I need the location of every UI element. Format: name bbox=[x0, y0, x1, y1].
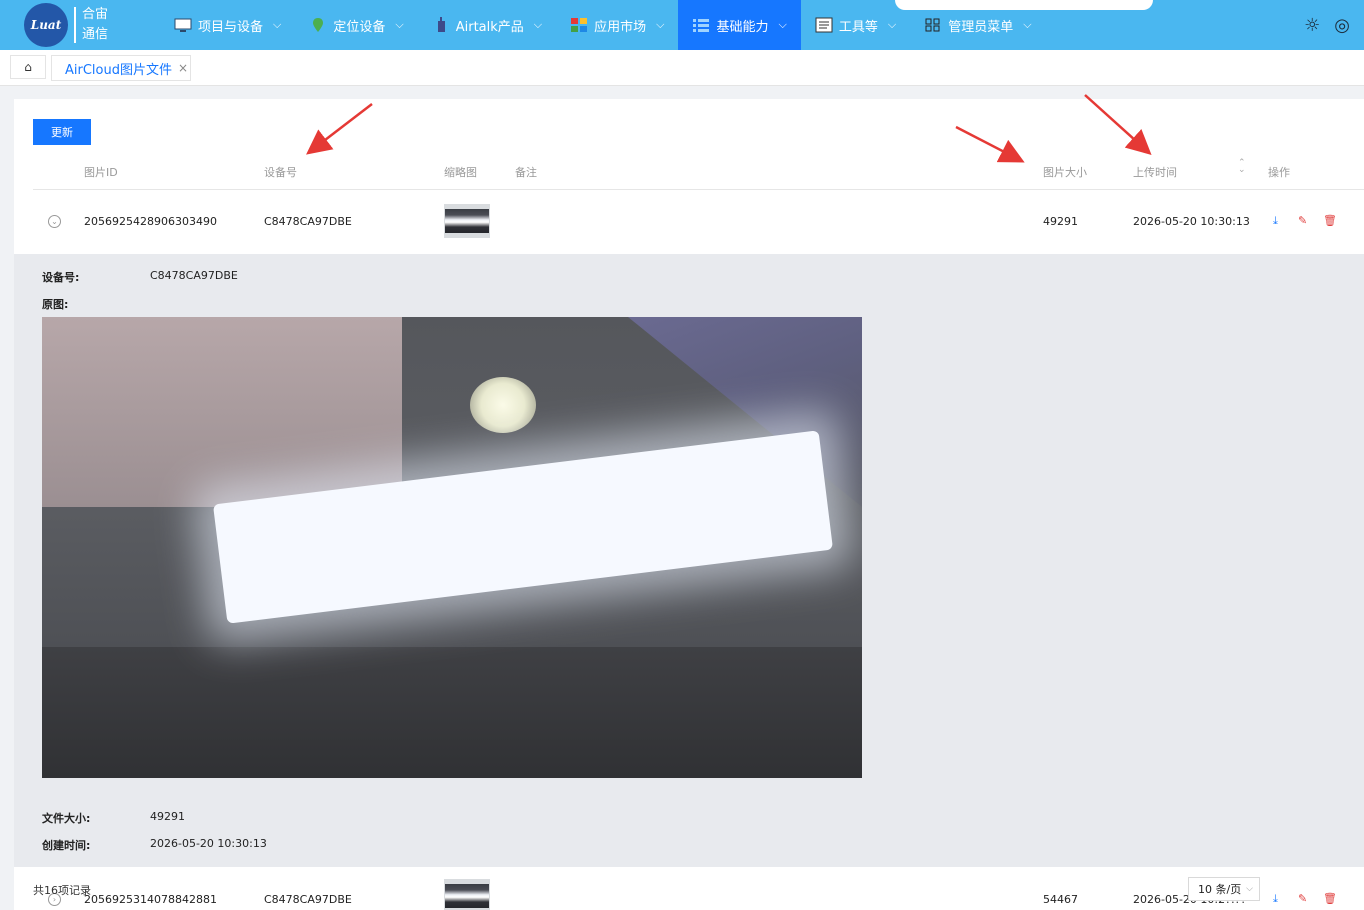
chevron-down-icon: ⌵ bbox=[887, 18, 897, 31]
home-tab[interactable]: ⌂ bbox=[10, 55, 46, 79]
top-nav: Luat 合宙 通信 项目与设备 ⌵ 定位设备 ⌵ Airtalk产品 ⌵ 应用市场 ⌵… bbox=[0, 0, 1364, 50]
download-icon[interactable]: ⤓ bbox=[1273, 892, 1278, 906]
logo-line1: 合宙 bbox=[82, 7, 109, 22]
nav-label: 应用市场 bbox=[594, 19, 647, 35]
sun-icon[interactable]: ☼ bbox=[1304, 15, 1320, 36]
nav-item-tools[interactable]: 工具等 ⌵ bbox=[801, 0, 910, 50]
original-image[interactable] bbox=[42, 317, 862, 778]
download-icon[interactable]: ⤓ bbox=[1273, 214, 1278, 228]
chevron-down-icon: ⌵ bbox=[1023, 18, 1032, 31]
table-header: 图片ID 设备号 缩略图 备注 图片大小 上传时间 ⌃ ⌄ 操作 bbox=[33, 155, 1364, 190]
app-grid-icon bbox=[570, 17, 588, 33]
nav-label: 基础能力 bbox=[716, 19, 769, 35]
delete-icon[interactable]: 🗑 bbox=[1323, 214, 1337, 227]
chevron-down-icon: ⌵ bbox=[395, 18, 404, 31]
page-size-select[interactable]: 10 条/页 ⌵ bbox=[1188, 877, 1260, 901]
document-icon bbox=[815, 17, 833, 33]
detail-created-value: 2026-05-20 10:30:13 bbox=[150, 837, 267, 850]
detail-original-label: 原图: bbox=[42, 298, 69, 311]
logo[interactable]: Luat 合宙 通信 bbox=[0, 0, 160, 50]
page-size-value: 10 条/页 bbox=[1198, 883, 1242, 896]
chevron-down-icon: ⌵ bbox=[273, 18, 282, 31]
header-remark: 备注 bbox=[515, 166, 537, 179]
table-row: ⌄ 2056925428906303490 C8478CA97DBE 49291… bbox=[33, 190, 1364, 254]
cell-upload-time: 2026-05-20 10:30:13 bbox=[1133, 215, 1250, 228]
close-icon[interactable]: × bbox=[178, 61, 188, 75]
header-device: 设备号 bbox=[264, 166, 297, 179]
chevron-down-icon: ⌵ bbox=[533, 18, 543, 31]
chevron-down-icon: ⌵ bbox=[778, 18, 787, 31]
grid-icon bbox=[924, 17, 942, 33]
delete-icon[interactable]: 🗑 bbox=[1323, 892, 1337, 905]
edit-icon[interactable]: ✎ bbox=[1298, 214, 1307, 227]
edit-icon[interactable]: ✎ bbox=[1298, 892, 1307, 905]
user-icon[interactable]: ◎ bbox=[1334, 15, 1350, 36]
thumbnail-image[interactable] bbox=[444, 204, 490, 238]
nav-label: 项目与设备 bbox=[198, 19, 264, 35]
nav-label: 工具等 bbox=[838, 19, 878, 35]
nav-label: 管理员菜单 bbox=[948, 19, 1014, 35]
nav-label: 定位设备 bbox=[333, 19, 386, 35]
logo-text: 合宙 通信 bbox=[82, 5, 108, 45]
cell-size: 49291 bbox=[1043, 215, 1078, 228]
sort-icon[interactable]: ⌃ ⌄ bbox=[1238, 159, 1246, 175]
tab-bar: ⌂ AirCloud图片文件 × bbox=[0, 50, 1364, 86]
home-icon: ⌂ bbox=[24, 60, 32, 74]
popup-edge bbox=[895, 0, 1153, 10]
detail-created-label: 创建时间: bbox=[42, 839, 91, 852]
cell-image-id: 2056925314078842881 bbox=[84, 893, 217, 906]
tab-aircloud-images[interactable]: AirCloud图片文件 × bbox=[51, 55, 191, 81]
nav-item-basic-capability[interactable]: 基础能力 ⌵ bbox=[678, 0, 801, 50]
nav-item-airtalk[interactable]: Airtalk产品 ⌵ bbox=[418, 0, 556, 50]
header-image-id: 图片ID bbox=[84, 166, 118, 179]
header-actions: 操作 bbox=[1268, 166, 1290, 179]
cell-image-id: 2056925428906303490 bbox=[84, 215, 217, 228]
header-size: 图片大小 bbox=[1043, 166, 1087, 179]
logo-divider bbox=[74, 7, 76, 43]
header-thumbnail: 缩略图 bbox=[444, 166, 477, 179]
walkie-talkie-icon bbox=[432, 17, 450, 33]
pagination-total: 共16项记录 bbox=[33, 884, 91, 897]
logo-line2: 通信 bbox=[82, 27, 109, 42]
thumbnail-image[interactable] bbox=[444, 879, 490, 910]
detail-filesize-value: 49291 bbox=[150, 810, 185, 823]
cell-device: C8478CA97DBE bbox=[264, 215, 352, 228]
table-row: › 2056925314078842881 C8478CA97DBE 54467… bbox=[33, 867, 1364, 910]
tab-label: AirCloud图片文件 bbox=[65, 62, 172, 78]
monitor-icon bbox=[174, 17, 192, 33]
nav-label: Airtalk产品 bbox=[455, 19, 524, 35]
expanded-row-detail: 设备号: C8478CA97DBE 原图: 文件大小: 49291 创建时间: … bbox=[14, 254, 1364, 867]
map-pin-icon bbox=[309, 17, 327, 33]
cell-size: 54467 bbox=[1043, 893, 1078, 906]
detail-device-value: C8478CA97DBE bbox=[150, 269, 238, 282]
chevron-down-icon: ⌵ bbox=[656, 18, 665, 31]
chevron-down-icon: ⌵ bbox=[1246, 884, 1253, 894]
nav-item-projects[interactable]: 项目与设备 ⌵ bbox=[160, 0, 295, 50]
cell-device: C8478CA97DBE bbox=[264, 893, 352, 906]
nav-item-app-market[interactable]: 应用市场 ⌵ bbox=[556, 0, 678, 50]
collapse-icon[interactable]: ⌄ bbox=[48, 215, 61, 228]
list-icon bbox=[692, 17, 710, 33]
nav-right: ☼ ◎ bbox=[1304, 0, 1364, 50]
nav-item-location[interactable]: 定位设备 ⌵ bbox=[295, 0, 417, 50]
logo-mark: Luat bbox=[24, 3, 68, 47]
update-button[interactable]: 更新 bbox=[33, 119, 91, 145]
detail-filesize-label: 文件大小: bbox=[42, 812, 91, 825]
header-upload-time[interactable]: 上传时间 bbox=[1133, 164, 1177, 180]
detail-device-label: 设备号: bbox=[42, 271, 80, 284]
